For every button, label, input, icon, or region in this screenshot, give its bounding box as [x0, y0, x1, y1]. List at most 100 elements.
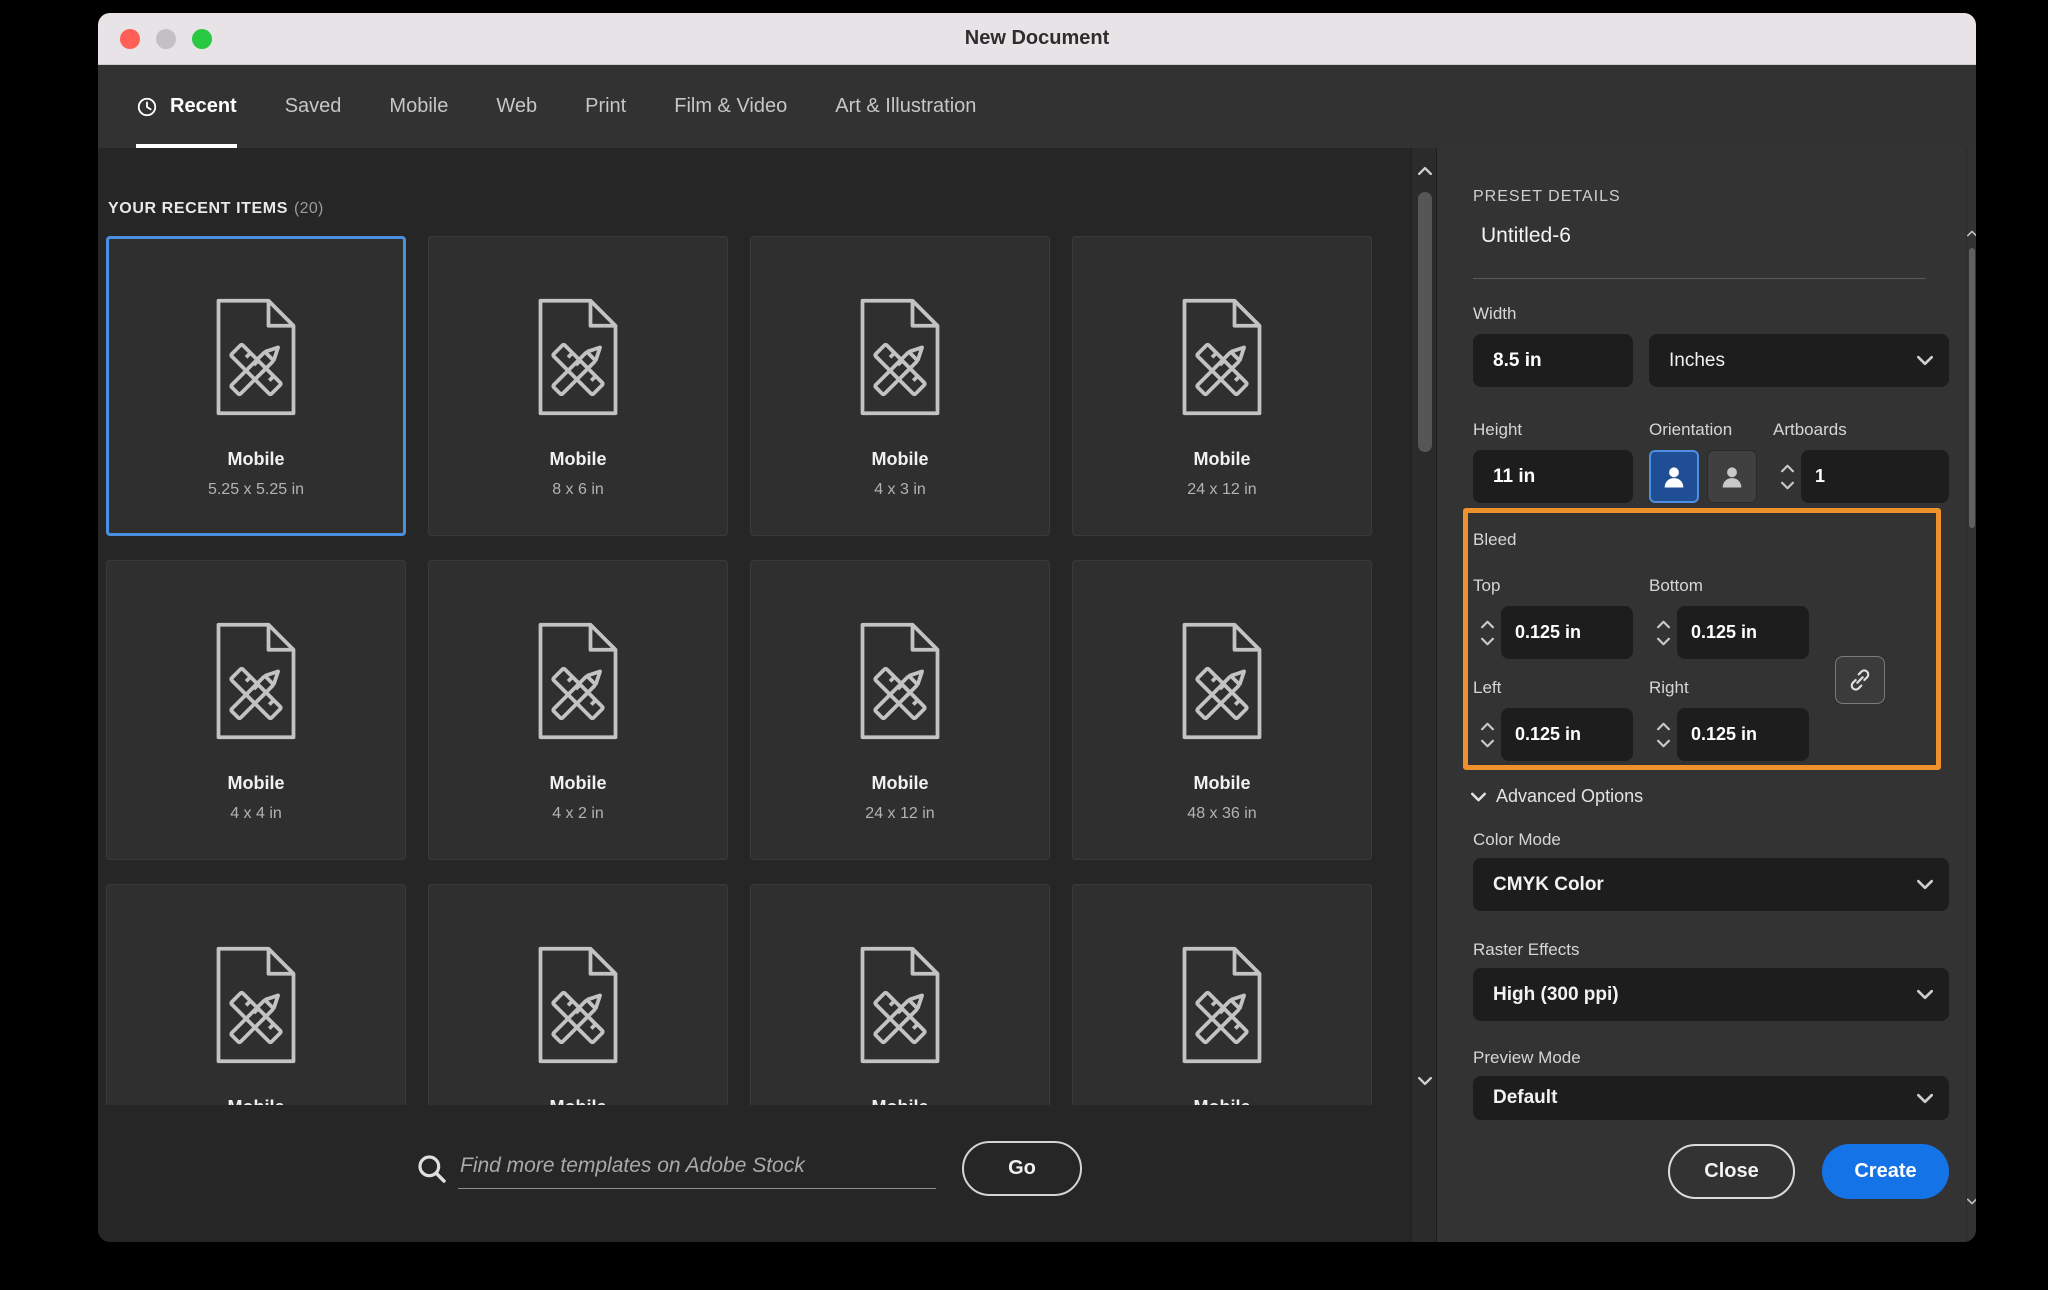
stepper-up-icon[interactable] — [1781, 464, 1794, 473]
stepper-up-icon[interactable] — [1657, 722, 1670, 731]
bleed-left-stepper[interactable] — [1473, 722, 1501, 748]
card-title: Mobile — [1073, 449, 1371, 470]
template-card[interactable]: Mobile 4 x 3 in — [750, 236, 1050, 536]
template-card[interactable]: Mobile 8 x 6 in — [428, 236, 728, 536]
tab-art-illustration[interactable]: Art & Illustration — [835, 65, 976, 148]
orientation-portrait-button[interactable] — [1649, 450, 1699, 503]
template-card[interactable]: Mobile 4 x 4 in — [106, 560, 406, 860]
template-grid: Mobile 5.25 x 5.25 in Mobile 8 x 6 in Mo… — [106, 236, 1386, 1105]
template-card[interactable]: Mobile — [1072, 884, 1372, 1105]
tab-mobile[interactable]: Mobile — [389, 65, 448, 148]
units-select[interactable]: Inches — [1649, 334, 1949, 387]
portrait-person-icon — [1660, 463, 1688, 491]
stepper-down-icon[interactable] — [1481, 739, 1494, 748]
go-button[interactable]: Go — [962, 1141, 1082, 1196]
landscape-person-icon — [1718, 463, 1746, 491]
panel-scrollbar — [1966, 148, 1976, 1242]
template-card[interactable]: Mobile 48 x 36 in — [1072, 560, 1372, 860]
minimize-window-button[interactable] — [156, 29, 176, 49]
document-name-field[interactable]: Untitled-6 — [1481, 224, 1571, 248]
stepper-down-icon[interactable] — [1781, 481, 1794, 490]
bleed-left-input[interactable]: 0.125 in — [1501, 708, 1633, 761]
orientation-label: Orientation — [1649, 420, 1732, 440]
orientation-landscape-button[interactable] — [1707, 450, 1757, 503]
close-window-button[interactable] — [120, 29, 140, 49]
height-input[interactable]: 11 in — [1473, 450, 1633, 503]
template-card[interactable]: Mobile 4 x 2 in — [428, 560, 728, 860]
stepper-up-icon[interactable] — [1481, 722, 1494, 731]
search-icon — [416, 1153, 448, 1185]
recent-items-heading: YOUR RECENT ITEMS(20) — [108, 200, 324, 218]
artboards-label: Artboards — [1773, 420, 1847, 440]
stock-search-input[interactable] — [458, 1143, 936, 1189]
chevron-down-icon — [1917, 355, 1933, 366]
card-title: Mobile — [107, 449, 405, 470]
bleed-top-stepper[interactable] — [1473, 620, 1501, 646]
card-title: Mobile — [751, 449, 1049, 470]
document-template-icon — [850, 943, 950, 1067]
scroll-up-icon[interactable] — [1412, 158, 1438, 184]
window-controls — [120, 13, 212, 64]
link-bleed-values-button[interactable] — [1835, 656, 1885, 704]
scrollbar-thumb[interactable] — [1418, 192, 1432, 452]
card-title: Mobile — [1073, 773, 1371, 794]
tab-saved[interactable]: Saved — [285, 65, 342, 148]
stepper-up-icon[interactable] — [1657, 620, 1670, 629]
template-card[interactable]: Mobile 24 x 12 in — [750, 560, 1050, 860]
scrollbar-thumb[interactable] — [1969, 248, 1975, 528]
stepper-down-icon[interactable] — [1657, 739, 1670, 748]
close-button[interactable]: Close — [1668, 1144, 1795, 1199]
tab-web[interactable]: Web — [496, 65, 537, 148]
scroll-down-icon[interactable] — [1965, 1194, 1976, 1208]
raster-effects-value: High (300 ppi) — [1493, 984, 1619, 1006]
document-template-icon — [206, 619, 306, 743]
width-label: Width — [1473, 304, 1516, 324]
color-mode-label: Color Mode — [1473, 830, 1561, 850]
chain-link-icon — [1847, 667, 1873, 693]
scroll-down-icon[interactable] — [1412, 1068, 1438, 1094]
scroll-up-icon[interactable] — [1965, 226, 1976, 240]
document-template-icon — [1172, 619, 1272, 743]
template-card[interactable]: Mobile — [428, 884, 728, 1105]
document-template-icon — [1172, 295, 1272, 419]
raster-effects-label: Raster Effects — [1473, 940, 1579, 960]
height-label: Height — [1473, 420, 1522, 440]
preview-mode-select[interactable]: Default — [1473, 1076, 1949, 1120]
bleed-bottom-stepper[interactable] — [1649, 620, 1677, 646]
stepper-down-icon[interactable] — [1657, 637, 1670, 646]
stepper-up-icon[interactable] — [1481, 620, 1494, 629]
tab-label: Mobile — [389, 95, 448, 118]
new-document-dialog: New Document Recent Saved Mobile Web Pri… — [98, 13, 1976, 1242]
color-mode-select[interactable]: CMYK Color — [1473, 858, 1949, 911]
template-card[interactable]: Mobile 5.25 x 5.25 in — [106, 236, 406, 536]
raster-effects-select[interactable]: High (300 ppi) — [1473, 968, 1949, 1021]
artboards-stepper[interactable] — [1773, 464, 1801, 490]
tab-recent[interactable]: Recent — [136, 65, 237, 148]
bleed-bottom-label: Bottom — [1649, 576, 1703, 596]
document-template-icon — [1172, 943, 1272, 1067]
card-size: 48 x 36 in — [1073, 805, 1371, 823]
width-input[interactable]: 8.5 in — [1473, 334, 1633, 387]
create-button[interactable]: Create — [1822, 1144, 1949, 1199]
tab-film-video[interactable]: Film & Video — [674, 65, 787, 148]
artboards-input[interactable]: 1 — [1801, 450, 1949, 503]
template-card[interactable]: Mobile — [750, 884, 1050, 1105]
template-card[interactable]: Mobile — [106, 884, 406, 1105]
tab-print[interactable]: Print — [585, 65, 626, 148]
zoom-window-button[interactable] — [192, 29, 212, 49]
bleed-right-label: Right — [1649, 678, 1689, 698]
stepper-down-icon[interactable] — [1481, 637, 1494, 646]
bleed-bottom-input[interactable]: 0.125 in — [1677, 606, 1809, 659]
bleed-right-stepper[interactable] — [1649, 722, 1677, 748]
chevron-down-icon — [1917, 1093, 1933, 1104]
bleed-top-input[interactable]: 0.125 in — [1501, 606, 1633, 659]
template-card[interactable]: Mobile 24 x 12 in — [1072, 236, 1372, 536]
tab-label: Web — [496, 95, 537, 118]
bleed-right-input[interactable]: 0.125 in — [1677, 708, 1809, 761]
bleed-bottom-group: 0.125 in — [1649, 606, 1809, 659]
clock-icon — [136, 96, 158, 118]
bleed-left-label: Left — [1473, 678, 1501, 698]
document-template-icon — [528, 295, 628, 419]
tab-label: Print — [585, 95, 626, 118]
advanced-options-toggle[interactable]: Advanced Options — [1471, 786, 1643, 807]
